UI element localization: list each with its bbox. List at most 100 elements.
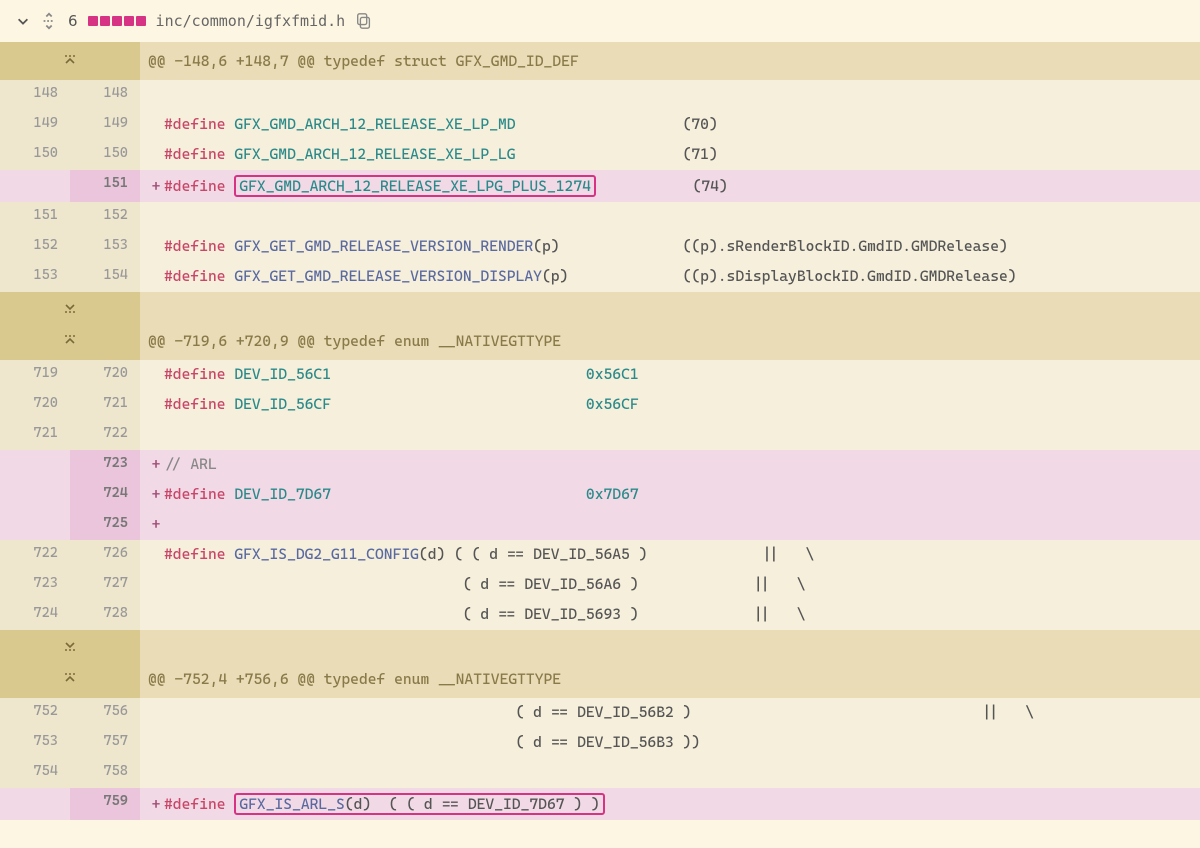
diff-line: 151+#define GFX_GMD_ARCH_12_RELEASE_XE_L… [0, 170, 1200, 202]
code-content[interactable]: +#define GFX_GMD_ARCH_12_RELEASE_XE_LPG_… [140, 170, 1200, 202]
copy-path-icon[interactable] [355, 12, 373, 30]
diff-line: 719720 #define DEV_ID_56C1 0x56C1 [0, 360, 1200, 390]
new-line-number: 152 [70, 202, 140, 232]
diff-line: 150150 #define GFX_GMD_ARCH_12_RELEASE_X… [0, 140, 1200, 170]
code-content[interactable]: #define GFX_GMD_ARCH_12_RELEASE_XE_LP_LG… [140, 140, 1200, 170]
diff-line: 753757 ( d == DEV_ID_56B3 )) [0, 728, 1200, 758]
hunk-header-text: @@ -148,6 +148,7 @@ typedef struct GFX_G… [140, 42, 1200, 80]
hunk-header: @@ -719,6 +720,9 @@ typedef enum __NATIV… [0, 322, 1200, 360]
code-content[interactable]: ( d == DEV_ID_56B3 )) [140, 728, 1200, 758]
old-line-number: 149 [0, 110, 70, 140]
code-content[interactable]: #define GFX_GET_GMD_RELEASE_VERSION_REND… [140, 232, 1200, 262]
code-content[interactable]: #define GFX_IS_DG2_G11_CONFIG(d) ( ( d =… [140, 540, 1200, 570]
old-line-number [0, 510, 70, 540]
code-content[interactable]: ( d == DEV_ID_5693 ) || \ [140, 600, 1200, 630]
file-path[interactable]: inc/common/igfxfmid.h [156, 12, 346, 30]
new-line-number: 148 [70, 80, 140, 110]
new-line-number: 726 [70, 540, 140, 570]
diff-line: 752756 ( d == DEV_ID_56B2 ) || \ [0, 698, 1200, 728]
code-content[interactable]: #define GFX_GET_GMD_RELEASE_VERSION_DISP… [140, 262, 1200, 292]
old-line-number: 754 [0, 758, 70, 788]
new-line-number: 725 [70, 510, 140, 540]
code-content[interactable]: ( d == DEV_ID_56A6 ) || \ [140, 570, 1200, 600]
new-line-number: 153 [70, 232, 140, 262]
new-line-number: 758 [70, 758, 140, 788]
old-line-number [0, 450, 70, 480]
diff-line: 152153 #define GFX_GET_GMD_RELEASE_VERSI… [0, 232, 1200, 262]
new-line-number: 757 [70, 728, 140, 758]
old-line-number: 152 [0, 232, 70, 262]
diff-line: 723727 ( d == DEV_ID_56A6 ) || \ [0, 570, 1200, 600]
code-content[interactable]: + [140, 510, 1200, 540]
diff-line: 153154 #define GFX_GET_GMD_RELEASE_VERSI… [0, 262, 1200, 292]
diff-line: 148148 [0, 80, 1200, 110]
old-line-number: 721 [0, 420, 70, 450]
diff-line: 722726 #define GFX_IS_DG2_G11_CONFIG(d) … [0, 540, 1200, 570]
new-line-number: 151 [70, 170, 140, 202]
diff-line: 759+#define GFX_IS_ARL_S(d) ( ( d == DEV… [0, 788, 1200, 820]
expand-down-icon [59, 296, 81, 318]
hunk-header: @@ -752,4 +756,6 @@ typedef enum __NATIV… [0, 660, 1200, 698]
expand-down-button[interactable] [0, 630, 1200, 660]
old-line-number: 724 [0, 600, 70, 630]
new-line-number: 154 [70, 262, 140, 292]
code-content[interactable]: ( d == DEV_ID_56B2 ) || \ [140, 698, 1200, 728]
code-content[interactable]: #define GFX_GMD_ARCH_12_RELEASE_XE_LP_MD… [140, 110, 1200, 140]
expand-down-button[interactable] [0, 292, 1200, 322]
code-content[interactable] [140, 420, 1200, 450]
new-line-number: 728 [70, 600, 140, 630]
diff-line: 724728 ( d == DEV_ID_5693 ) || \ [0, 600, 1200, 630]
new-line-number: 721 [70, 390, 140, 420]
new-line-number: 727 [70, 570, 140, 600]
old-line-number: 752 [0, 698, 70, 728]
diff-body: @@ -148,6 +148,7 @@ typedef struct GFX_G… [0, 42, 1200, 820]
expand-up-icon [59, 668, 81, 690]
old-line-number: 151 [0, 202, 70, 232]
old-line-number: 723 [0, 570, 70, 600]
old-line-number: 722 [0, 540, 70, 570]
new-line-number: 759 [70, 788, 140, 820]
code-content[interactable]: +#define GFX_IS_ARL_S(d) ( ( d == DEV_ID… [140, 788, 1200, 820]
diff-line: 721722 [0, 420, 1200, 450]
code-content[interactable] [140, 80, 1200, 110]
new-line-number: 756 [70, 698, 140, 728]
expand-up-button[interactable] [0, 42, 140, 80]
diff-line: 149149 #define GFX_GMD_ARCH_12_RELEASE_X… [0, 110, 1200, 140]
code-content[interactable]: #define DEV_ID_56CF 0x56CF [140, 390, 1200, 420]
diff-stat-squares [88, 16, 146, 26]
expand-up-button[interactable] [0, 322, 140, 360]
old-line-number: 148 [0, 80, 70, 110]
expand-down-icon [59, 634, 81, 656]
old-line-number [0, 170, 70, 202]
code-content[interactable] [140, 202, 1200, 232]
diff-line: 723+// ARL [0, 450, 1200, 480]
file-header: 6 inc/common/igfxfmid.h [0, 0, 1200, 42]
code-content[interactable] [140, 758, 1200, 788]
code-content[interactable]: #define DEV_ID_56C1 0x56C1 [140, 360, 1200, 390]
old-line-number: 719 [0, 360, 70, 390]
diff-line: 724+#define DEV_ID_7D67 0x7D67 [0, 480, 1200, 510]
code-content[interactable]: +// ARL [140, 450, 1200, 480]
old-line-number [0, 788, 70, 820]
new-line-number: 722 [70, 420, 140, 450]
diff-line: 720721 #define DEV_ID_56CF 0x56CF [0, 390, 1200, 420]
old-line-number: 153 [0, 262, 70, 292]
hunk-header-text: @@ -719,6 +720,9 @@ typedef enum __NATIV… [140, 322, 1200, 360]
code-content[interactable]: +#define DEV_ID_7D67 0x7D67 [140, 480, 1200, 510]
unfold-all-icon[interactable] [40, 12, 58, 30]
expand-up-icon [59, 330, 81, 352]
expand-up-button[interactable] [0, 660, 140, 698]
old-line-number: 150 [0, 140, 70, 170]
chevron-down-icon[interactable] [16, 14, 30, 28]
new-line-number: 724 [70, 480, 140, 510]
diff-line: 151152 [0, 202, 1200, 232]
expand-up-icon [59, 50, 81, 72]
new-line-number: 150 [70, 140, 140, 170]
diff-line: 725+ [0, 510, 1200, 540]
diff-line: 754758 [0, 758, 1200, 788]
old-line-number [0, 480, 70, 510]
old-line-number: 720 [0, 390, 70, 420]
change-count: 6 [68, 12, 78, 30]
new-line-number: 720 [70, 360, 140, 390]
old-line-number: 753 [0, 728, 70, 758]
